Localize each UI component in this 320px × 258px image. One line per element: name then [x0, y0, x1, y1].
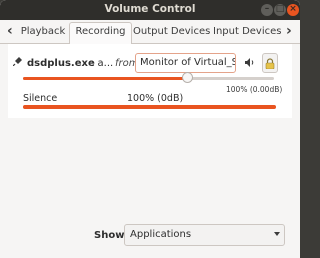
scale-silence-label: Silence [23, 93, 58, 104]
close-button[interactable]: × [287, 4, 299, 16]
chevron-left-icon[interactable]: ‹ [7, 23, 13, 39]
tab-input-devices[interactable]: Input Devices [213, 23, 281, 45]
tab-bar: ‹ Playback Recording Output Devices Inpu… [0, 20, 300, 45]
volume-control-window: Volume Control – □ × ‹ Playback Recordin… [0, 0, 300, 258]
chevron-right-icon[interactable]: › [286, 23, 292, 39]
show-filter-select[interactable]: Applications [124, 224, 285, 246]
level-meter-fill [23, 105, 276, 109]
maximize-button[interactable]: □ [274, 4, 286, 16]
window-title: Volume Control [104, 3, 196, 15]
stream-name-suffix: : a... [91, 58, 114, 69]
volume-slider-handle[interactable] [182, 72, 193, 83]
tab-output-devices[interactable]: Output Devices [133, 23, 210, 45]
lock-icon [265, 58, 275, 69]
scale-unity-label: 100% (0dB) [127, 93, 184, 104]
speaker-icon[interactable] [244, 57, 255, 68]
tab-playback[interactable]: Playback [18, 23, 68, 45]
volume-slider-fill [23, 77, 187, 80]
close-icon: × [289, 4, 297, 14]
tab-recording[interactable]: Recording [69, 22, 132, 45]
lock-channels-button[interactable] [262, 53, 278, 73]
title-bar: Volume Control – □ × [0, 0, 300, 20]
minimize-icon: – [264, 4, 270, 14]
dropdown-arrow-icon [274, 232, 280, 236]
microphone-icon [13, 57, 22, 66]
volume-readout: 100% (0.00dB) [226, 85, 283, 94]
maximize-icon: □ [275, 4, 285, 14]
source-select-button[interactable]: Monitor of Virtual_Sink [135, 53, 236, 73]
minimize-button[interactable]: – [261, 4, 273, 16]
stream-name: dsdplus.exe [27, 58, 95, 69]
